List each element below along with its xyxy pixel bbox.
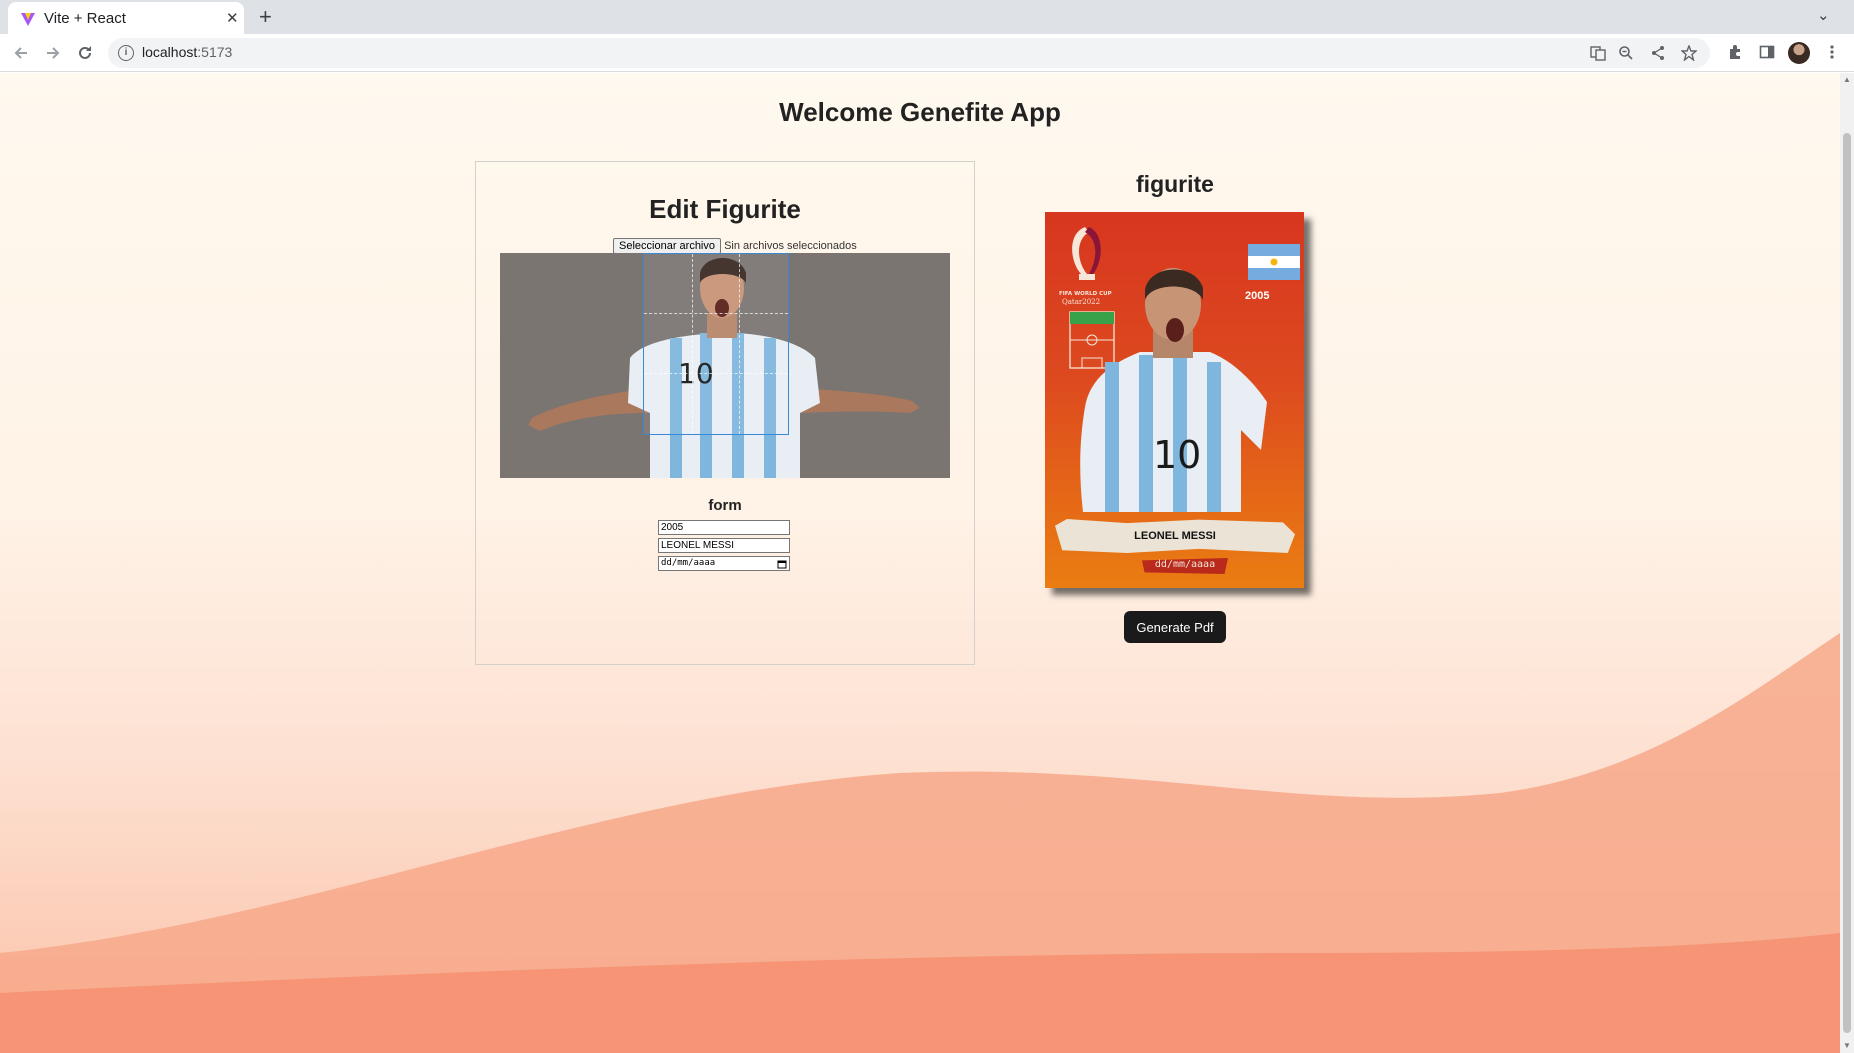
edit-figurite-panel: Edit Figurite Seleccionar archivo Sin ar… [475, 161, 975, 665]
new-tab-button[interactable]: + [259, 4, 272, 30]
calendar-icon[interactable] [777, 559, 787, 569]
date-input[interactable]: dd/mm/aaaa [658, 556, 790, 571]
svg-text:Qatar2022: Qatar2022 [1062, 298, 1100, 306]
page-title: Welcome Genefite App [779, 97, 1061, 127]
extensions-icon[interactable] [1727, 44, 1743, 60]
tab-search-icon[interactable]: ⌄ [1817, 6, 1830, 24]
browser-toolbar: i localhost:5173 [0, 34, 1854, 72]
browser-tab-strip: Vite + React ✕ + ⌄ [0, 0, 1854, 34]
site-info-icon[interactable]: i [118, 45, 134, 61]
share-icon[interactable] [1650, 45, 1666, 61]
menu-icon[interactable] [1829, 44, 1835, 60]
world-cup-logo: FIFA WORLD CUP Qatar2022 [1059, 227, 1112, 306]
tab-title: Vite + React [44, 10, 126, 27]
card-year: 2005 [1245, 290, 1270, 302]
player-portrait: 10 [1080, 268, 1267, 512]
svg-text:FIFA WORLD CUP: FIFA WORLD CUP [1059, 291, 1112, 297]
generate-pdf-button[interactable]: Generate Pdf [1124, 611, 1226, 643]
reload-icon[interactable] [76, 44, 94, 62]
page-content: Welcome Genefite App Edit Figurite Selec… [0, 73, 1840, 1053]
figurite-title: figurite [1136, 171, 1214, 197]
profile-avatar[interactable] [1788, 42, 1810, 64]
zoom-icon[interactable] [1618, 45, 1634, 61]
svg-text:10: 10 [1153, 433, 1201, 477]
image-cropper[interactable]: 10 [500, 253, 950, 478]
forward-arrow-icon[interactable] [44, 44, 62, 62]
scroll-down-icon[interactable]: ▼ [1843, 1041, 1851, 1050]
browser-tab[interactable]: Vite + React ✕ [8, 2, 244, 34]
crop-selection-box[interactable] [643, 253, 789, 435]
select-file-button[interactable]: Seleccionar archivo [613, 238, 721, 254]
address-bar[interactable]: i localhost:5173 [108, 38, 1710, 68]
back-arrow-icon[interactable] [12, 44, 30, 62]
page-scrollbar[interactable]: ▲ ▼ [1840, 73, 1854, 1053]
card-birth-date: dd/mm/aaaa [1154, 559, 1216, 570]
scrollbar-thumb[interactable] [1843, 133, 1851, 1033]
url-text: localhost:5173 [142, 44, 233, 60]
tab-close-icon[interactable]: ✕ [226, 9, 239, 27]
vite-logo-icon [21, 13, 35, 26]
bookmark-star-icon[interactable] [1681, 45, 1697, 61]
editor-title: Edit Figurite [649, 194, 801, 224]
form-heading: form [708, 497, 742, 514]
year-input[interactable] [658, 520, 790, 535]
file-picker: Seleccionar archivo Sin archivos selecci… [613, 238, 857, 254]
scroll-up-icon[interactable]: ▲ [1843, 75, 1851, 84]
card-player-name: LEONEL MESSI [1134, 530, 1216, 542]
translate-icon[interactable] [1590, 45, 1606, 61]
figurite-card: FIFA WORLD CUP Qatar2022 10 2005 LEONEL … [1045, 212, 1304, 588]
name-input[interactable] [658, 538, 790, 553]
pitch-icon [1069, 311, 1115, 369]
side-panel-icon[interactable] [1759, 44, 1775, 60]
argentina-flag-icon [1248, 244, 1300, 280]
file-status-text: Sin archivos seleccionados [724, 240, 857, 252]
